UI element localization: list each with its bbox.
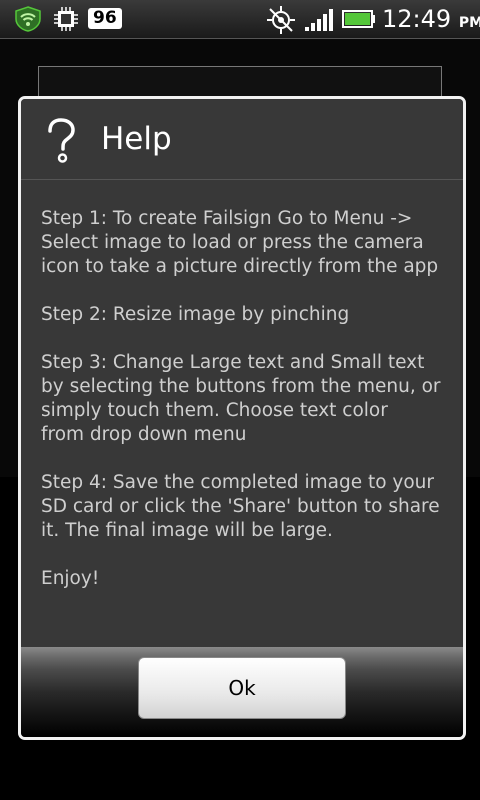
clock: 12:49 PM [382, 4, 480, 38]
help-step-4: Step 4: Save the completed image to your… [41, 472, 440, 541]
help-step-2: Step 2: Resize image by pinching [41, 304, 350, 325]
dialog-title: Help [101, 121, 172, 157]
clock-ampm: PM [458, 15, 480, 31]
question-mark-icon [48, 118, 75, 163]
dialog-button-bar: Ok [21, 647, 463, 737]
dialog-message: Step 1: To create Failsign Go to Menu ->… [41, 207, 443, 615]
wifi-shield-icon [15, 6, 41, 32]
dialog-header: Help [21, 99, 463, 180]
battery-icon [342, 10, 375, 28]
clock-time: 12:49 [382, 5, 452, 33]
help-step-1: Step 1: To create Failsign Go to Menu ->… [41, 208, 439, 277]
help-dialog: Help Step 1: To create Failsign Go to Me… [18, 96, 466, 740]
help-closing: Enjoy! [41, 568, 100, 589]
battery-level-badge: 96 [88, 8, 122, 29]
screen: 96 12:49 PM Help Step 1: To create Fails… [0, 0, 480, 800]
help-step-3: Step 3: Change Large text and Small text… [41, 352, 441, 445]
ok-button[interactable]: Ok [138, 657, 346, 719]
status-bar: 96 12:49 PM [0, 0, 480, 39]
chip-icon [54, 7, 78, 31]
gps-off-icon [267, 6, 295, 34]
signal-icon [305, 9, 333, 31]
